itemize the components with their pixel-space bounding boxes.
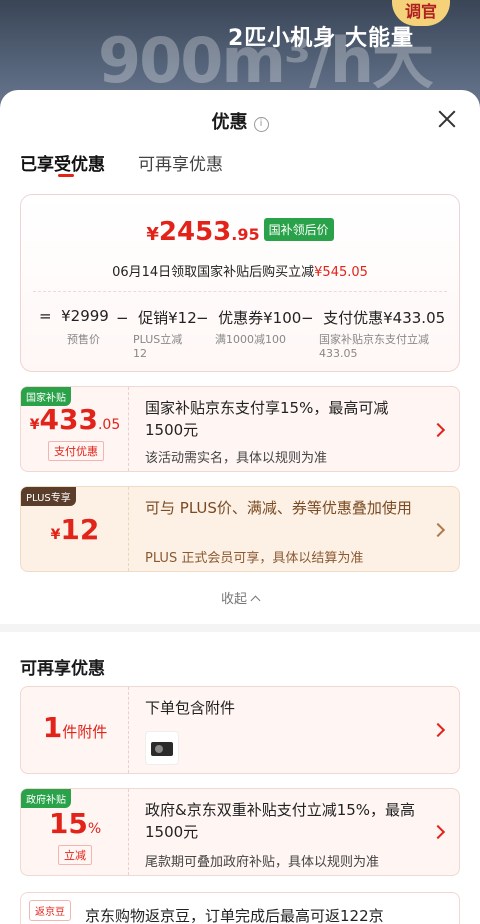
- price-summary-card: ¥2453.95 国补领后价 06月14日领取国家补贴后购买立减¥545.05 =…: [20, 194, 460, 372]
- sheet-header: 优惠 i: [0, 90, 480, 148]
- formula-value: 促销¥12: [138, 309, 197, 327]
- offer-desc: 该活动需实名，具体以规则为准: [145, 451, 328, 466]
- formula-label-line: 433.05: [319, 347, 358, 360]
- price-note-text: 06月14日领取国家补贴后购买立减: [112, 265, 315, 280]
- offer-small-tag: 立减: [58, 845, 92, 865]
- offer-jingdou[interactable]: 返京豆 京东购物返京豆，订单完成后最高可返122京: [20, 892, 460, 924]
- formula-label-line: PLUS立减: [133, 333, 183, 346]
- section-divider: [0, 624, 480, 632]
- chevron-right-icon: [430, 824, 446, 840]
- offer-title: 下单包含附件: [145, 699, 236, 717]
- offer-desc: PLUS 正式会员可享，具体以结算为准: [145, 551, 364, 566]
- amount-unit: %: [87, 821, 102, 837]
- amount-integer: 433: [39, 403, 98, 436]
- discount-sheet: 优惠 i 已享受优惠 可再享优惠 ¥2453.95 国补领后价 06月14日领取国家…: [0, 90, 480, 924]
- formula-op: −: [196, 309, 209, 327]
- price-decimal: .95: [231, 225, 260, 244]
- final-price-line: ¥2453.95 国补领后价: [21, 217, 459, 247]
- offer-amount: ¥12: [21, 513, 129, 546]
- amount-decimal: .05: [97, 417, 121, 433]
- sheet-title-text: 优惠: [211, 112, 248, 133]
- offer-amount: 1件附件: [21, 711, 129, 744]
- tab-enjoyed[interactable]: 已享受优惠: [20, 150, 105, 177]
- chevron-right-icon: [430, 722, 446, 738]
- offer-left-panel: PLUS专享 ¥12: [21, 487, 129, 571]
- offer-gov-subsidy[interactable]: 国家补贴 ¥433.05 支付优惠 国家补贴京东支付享15%，最高可减1500元…: [20, 386, 460, 472]
- tab-bar: 已享受优惠 可再享优惠: [0, 148, 480, 188]
- offer-dual-subsidy[interactable]: 政府补贴 15% 立减 政府&京东双重补贴支付立减15%，最高1500元 尾款期…: [20, 788, 460, 876]
- offer-title: 国家补贴京东支付享15%，最高可减1500元: [145, 399, 389, 439]
- price-formula: = ¥2999 预售价 − 促销¥12 PLUS立减 12 − 优惠券¥100 满…: [21, 307, 461, 367]
- amount-integer: 12: [60, 513, 100, 546]
- amount-integer: 1: [42, 711, 63, 744]
- formula-item: − 支付优惠¥433.05: [301, 307, 445, 328]
- formula-label: 国家补贴京东支付立减 433.05: [319, 333, 429, 361]
- formula-value: 优惠券¥100: [218, 309, 302, 327]
- offer-amount: 15%: [21, 807, 129, 840]
- amount-integer: 15: [48, 807, 88, 840]
- offer-tag: 政府补贴: [21, 789, 71, 808]
- dashed-divider: [33, 291, 447, 292]
- formula-label-line: 12: [133, 347, 147, 360]
- offer-tag: 返京豆: [29, 900, 71, 921]
- info-icon[interactable]: i: [253, 117, 269, 132]
- formula-value: 支付优惠¥433.05: [323, 309, 446, 327]
- offer-tag: PLUS专享: [21, 487, 76, 506]
- final-price: ¥2453.95: [146, 217, 260, 247]
- price-currency: ¥: [146, 224, 159, 245]
- chevron-right-icon: [430, 522, 446, 538]
- formula-op: −: [301, 309, 314, 327]
- price-integer: 2453: [158, 217, 232, 247]
- more-offers-title: 可再享优惠: [20, 659, 105, 679]
- chevron-up-icon: [250, 595, 261, 606]
- banner-subheadline: 2匹小机身 大能量: [228, 26, 414, 51]
- sheet-title: 优惠 i: [0, 108, 480, 134]
- offer-plus[interactable]: PLUS专享 ¥12 可与 PLUS价、满减、券等优惠叠加使用 PLUS 正式会…: [20, 486, 460, 572]
- offer-left-panel: 国家补贴 ¥433.05 支付优惠: [21, 387, 129, 471]
- formula-item: − 优惠券¥100: [196, 307, 301, 328]
- chevron-right-icon: [430, 422, 446, 438]
- formula-item: = ¥2999: [39, 307, 109, 325]
- collapse-button[interactable]: 收起: [0, 588, 480, 607]
- offer-desc: 尾款期可叠加政府补贴，具体以规则为准: [145, 855, 380, 870]
- offer-title: 政府&京东双重补贴支付立减15%，最高1500元: [145, 801, 416, 841]
- formula-label: PLUS立减 12: [133, 333, 182, 361]
- amount-currency: ¥: [50, 527, 61, 543]
- formula-value: ¥2999: [61, 307, 109, 325]
- formula-op: −: [116, 309, 129, 327]
- offer-small-tag: 支付优惠: [48, 441, 104, 461]
- tab-more[interactable]: 可再享优惠: [138, 150, 223, 175]
- offer-left-panel: 政府补贴 15% 立减: [21, 789, 129, 875]
- offer-title: 可与 PLUS价、满减、券等优惠叠加使用: [145, 499, 412, 517]
- price-note-amount: ¥545.05: [314, 265, 368, 280]
- offer-attachment[interactable]: 1件附件 下单包含附件: [20, 686, 460, 774]
- formula-label: 预售价: [67, 333, 100, 346]
- price-note: 06月14日领取国家补贴后购买立减¥545.05: [21, 261, 459, 280]
- gov-price-badge: 国补领后价: [263, 218, 334, 241]
- offer-amount: ¥433.05: [21, 403, 129, 436]
- offer-left-panel: 1件附件: [21, 687, 129, 773]
- formula-label-line: 国家补贴京东支付立减: [319, 333, 429, 346]
- close-icon[interactable]: [436, 108, 458, 130]
- offer-title: 京东购物返京豆，订单完成后最高可返122京: [85, 907, 384, 924]
- amount-unit: 件附件: [62, 723, 108, 741]
- formula-op: =: [39, 307, 52, 325]
- collapse-label: 收起: [220, 592, 247, 607]
- ac-unit-thumbnail[interactable]: [145, 731, 179, 765]
- formula-label: 满1000减100: [215, 333, 286, 346]
- amount-currency: ¥: [29, 417, 40, 433]
- formula-item: − 促销¥12: [116, 307, 197, 328]
